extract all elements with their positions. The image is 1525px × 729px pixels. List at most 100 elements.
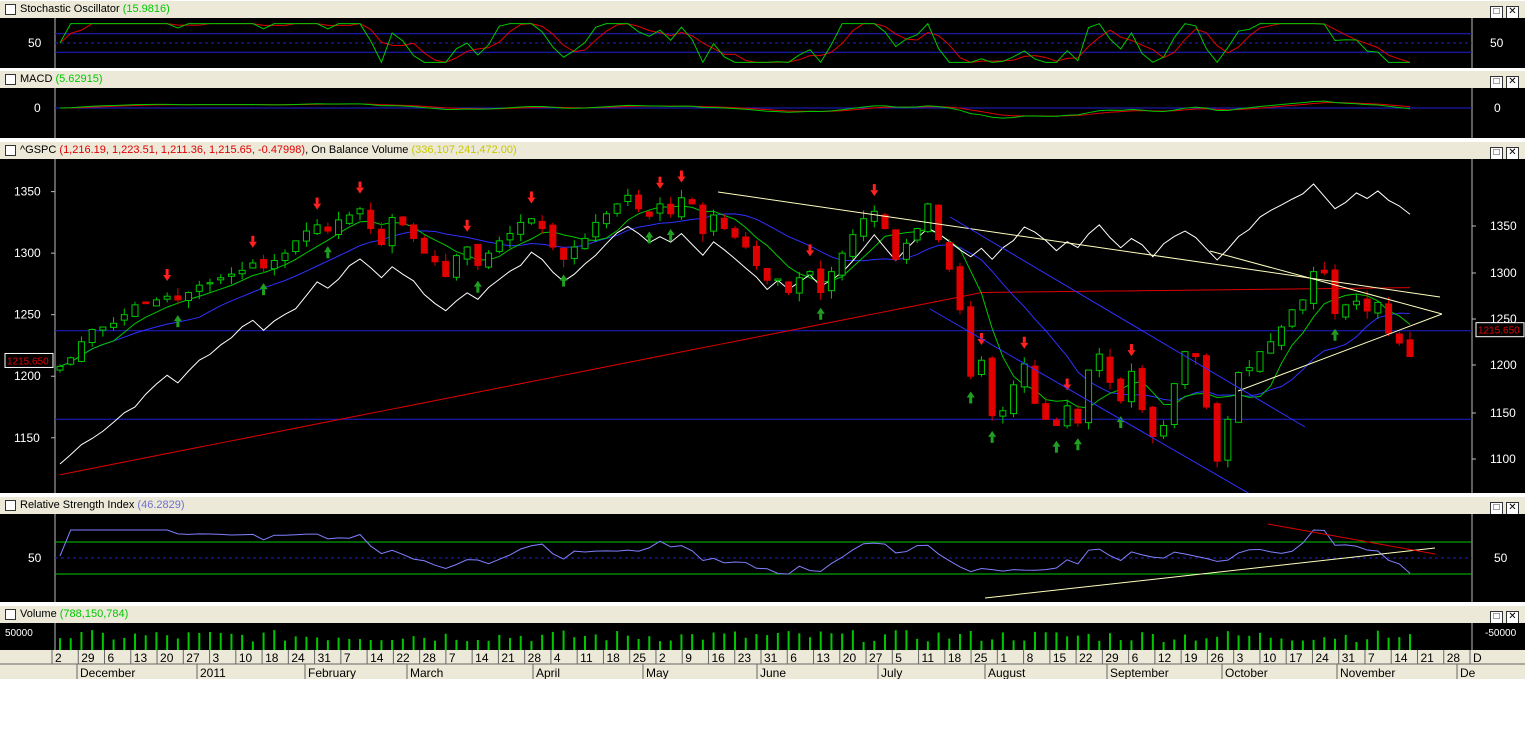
volume-bar — [230, 633, 233, 650]
buy-arrow-stem — [562, 280, 566, 287]
candle — [1374, 301, 1382, 314]
volume-bar — [766, 635, 769, 650]
candle — [870, 210, 878, 222]
day-tick-label: 18 — [606, 651, 620, 665]
candle — [88, 328, 96, 343]
candle — [731, 228, 739, 238]
channel-lower-line — [929, 308, 1263, 502]
volume-bar — [134, 633, 136, 650]
candle — [388, 216, 396, 247]
day-tick-label: 31 — [764, 651, 778, 665]
volume-multiplier-right: x100000 — [1480, 638, 1515, 648]
obv-value: (336,107,241,472.00) — [411, 144, 517, 156]
pane-checkbox[interactable] — [5, 500, 16, 511]
candle — [838, 252, 846, 276]
candle — [142, 301, 150, 305]
volume-bar — [1366, 639, 1369, 650]
day-tick-label: 29 — [1105, 651, 1119, 665]
month-label: September — [1110, 666, 1169, 679]
day-tick-label: 24 — [291, 651, 305, 665]
day-tick-label: 14 — [1394, 651, 1408, 665]
macd-tick-left: 0 — [34, 101, 41, 115]
volume-bar — [1409, 634, 1411, 650]
volume-bar — [691, 634, 694, 650]
candle — [292, 240, 300, 253]
candle — [442, 260, 450, 278]
day-tick-label: 19 — [1184, 651, 1198, 665]
volume-bar — [209, 631, 211, 650]
candle — [377, 228, 385, 246]
volume-bar — [1312, 639, 1315, 650]
volume-bar — [659, 641, 661, 650]
month-label: November — [1340, 666, 1395, 679]
day-tick-label: 10 — [1263, 651, 1277, 665]
macd-titlebar: MACD (5.62915) □ ✕ — [0, 70, 1525, 89]
volume-bar — [551, 631, 554, 650]
candle — [677, 197, 685, 218]
volume-bar — [648, 636, 651, 650]
sell-arrow — [677, 176, 686, 183]
pane-checkbox[interactable] — [5, 145, 16, 156]
candle — [1395, 333, 1403, 344]
sell-arrow-stem — [529, 191, 533, 198]
volume-title: Volume — [20, 608, 57, 620]
day-tick-label: 14 — [475, 651, 489, 665]
volume-bar — [1173, 639, 1176, 650]
volume-bar — [1205, 638, 1208, 650]
volume-bar — [562, 630, 565, 650]
candle — [1138, 368, 1146, 410]
day-tick-label: 2 — [55, 651, 62, 665]
volume-bar — [734, 631, 736, 650]
candle — [549, 224, 557, 248]
day-tick-label: 13 — [134, 651, 148, 665]
volume-bar — [969, 630, 972, 650]
candle — [217, 277, 225, 281]
candle — [1235, 372, 1243, 423]
rsi-value: (46.2829) — [137, 499, 185, 511]
buy-arrow — [559, 274, 568, 281]
volume-plot: 50000x100000-50000x100000 — [5, 623, 1517, 650]
volume-bar — [616, 631, 619, 650]
buy-arrow — [816, 307, 825, 314]
volume-bar — [69, 638, 72, 650]
candle — [999, 410, 1007, 417]
volume-pane: Volume (788,150,784) □ ✕ 50000 x100000 -500… — [0, 605, 1525, 650]
pane-checkbox[interactable] — [5, 4, 16, 15]
candle — [752, 245, 760, 266]
candle — [1363, 298, 1371, 312]
volume-bar — [380, 640, 383, 650]
volume-bar — [787, 631, 790, 650]
volume-bar — [798, 633, 801, 650]
volume-bar — [1216, 636, 1219, 650]
volume-bar — [1398, 637, 1401, 650]
pane-checkbox[interactable] — [5, 74, 16, 85]
day-tick-label: 10 — [239, 651, 253, 665]
buy-arrow — [645, 231, 654, 238]
buy-arrow-stem — [1054, 446, 1058, 453]
candle — [1117, 378, 1125, 402]
sell-arrow-stem — [679, 170, 683, 177]
candle — [699, 204, 707, 234]
volume-bar — [723, 633, 726, 650]
date-axis: 2 29 6 13 20 27 3 10 18 24 31 7 14 22 28 7 14 21 28 4 11 18 25… — [0, 650, 1525, 680]
price-symbol: ^GSPC — [20, 144, 57, 156]
month-label: 2011 — [200, 666, 226, 679]
candle — [538, 220, 546, 230]
volume-bar — [112, 639, 115, 650]
sell-arrow — [1127, 350, 1136, 357]
candle — [474, 243, 482, 266]
candle — [1224, 418, 1232, 461]
stochastic-pane: Stochastic Oscillator (15.9816) □ ✕ 50 50 — [0, 0, 1525, 68]
candle — [431, 255, 439, 263]
candle — [249, 262, 257, 269]
sell-arrow-stem — [658, 176, 662, 183]
pane-checkbox[interactable] — [5, 609, 16, 620]
rsi-plot: 50 50 — [28, 514, 1508, 602]
volume-bar — [1323, 637, 1326, 650]
volume-bar — [455, 639, 458, 650]
day-tick-label: 11 — [922, 651, 935, 665]
volume-bar — [294, 636, 297, 650]
candle — [592, 221, 600, 238]
day-tick-label: 17 — [1289, 651, 1303, 665]
candle — [420, 237, 428, 254]
